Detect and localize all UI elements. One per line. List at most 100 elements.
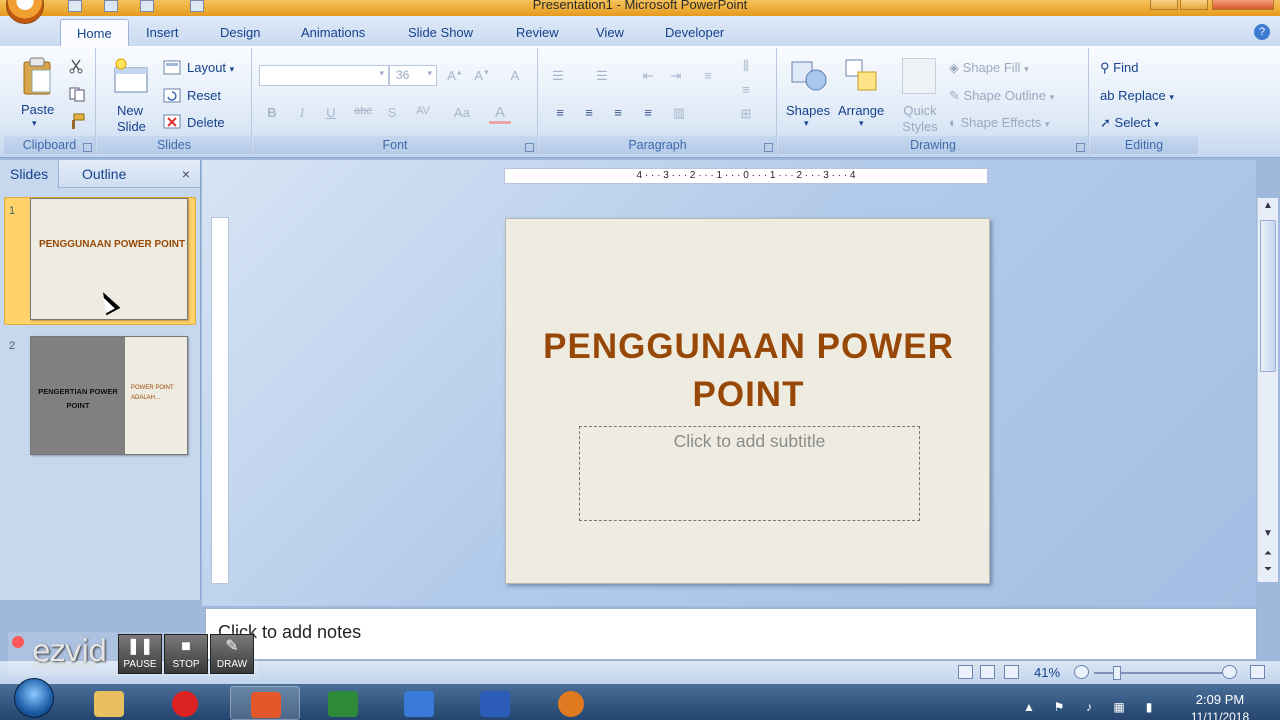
font-size-select[interactable]: 36 ▾	[389, 65, 437, 86]
tab-insert[interactable]: Insert	[146, 25, 179, 40]
fit-slide-icon[interactable]	[1250, 665, 1265, 679]
arrange-dropdown-icon[interactable]: ▾	[859, 118, 864, 129]
slide-title[interactable]: PENGGUNAAN POWER POINT	[506, 323, 991, 419]
copy-icon[interactable]	[68, 86, 86, 102]
increase-indent-icon[interactable]: ⇥	[667, 68, 685, 84]
bold-icon[interactable]: B	[263, 105, 281, 121]
maximize-button[interactable]	[1180, 0, 1208, 10]
shape-fill-button[interactable]: ◈ Shape Fill ▾	[949, 60, 1029, 76]
scrollbar-thumb[interactable]	[1260, 220, 1276, 372]
action-center-icon[interactable]: ⚑	[1052, 700, 1066, 714]
show-hidden-icons-icon[interactable]: ▲	[1022, 700, 1036, 714]
underline-icon[interactable]: U	[322, 105, 340, 121]
reset-button[interactable]: Reset	[187, 88, 221, 103]
normal-view-icon[interactable]	[958, 665, 973, 679]
italic-icon[interactable]: I	[293, 105, 311, 121]
zoom-level[interactable]: 41%	[1034, 665, 1060, 680]
arrange-button[interactable]: Arrange	[838, 103, 884, 118]
drawing-launcher[interactable]	[1076, 143, 1085, 152]
volume-icon[interactable]: ♪	[1082, 700, 1096, 714]
line-spacing-icon[interactable]: ≡	[699, 68, 717, 84]
shape-effects-button[interactable]: ◐ Shape Effects ▾	[949, 115, 1049, 130]
close-button[interactable]	[1212, 0, 1274, 10]
align-text-icon[interactable]: ≡	[737, 82, 755, 98]
zoom-out-icon[interactable]	[1074, 665, 1089, 679]
columns-icon[interactable]: ▥	[670, 105, 688, 121]
zoom-slider-thumb[interactable]	[1113, 666, 1121, 680]
align-left-icon[interactable]: ≡	[551, 105, 569, 121]
draw-button[interactable]: ✎ DRAW	[210, 634, 254, 674]
font-color-icon[interactable]: A	[491, 104, 509, 121]
tab-view[interactable]: View	[596, 25, 624, 40]
align-center-icon[interactable]: ≡	[580, 105, 598, 121]
cut-icon[interactable]	[68, 58, 84, 74]
justify-icon[interactable]: ≡	[639, 105, 657, 121]
clipboard-launcher[interactable]	[83, 143, 92, 152]
vertical-scrollbar[interactable]: ▲ ▼ ⏶ ⏷	[1257, 198, 1278, 582]
stop-button[interactable]: ■ STOP	[164, 634, 208, 674]
font-launcher[interactable]	[525, 143, 534, 152]
close-pane-icon[interactable]: ×	[182, 166, 190, 182]
bullets-icon[interactable]: ☰	[549, 68, 567, 84]
tab-design[interactable]: Design	[220, 25, 260, 40]
strikethrough-icon[interactable]: abc	[351, 105, 375, 121]
help-icon[interactable]: ?	[1254, 24, 1270, 40]
shape-outline-button[interactable]: ✎ Shape Outline ▾	[949, 88, 1054, 104]
format-painter-icon[interactable]	[68, 112, 86, 130]
layout-button[interactable]: Layout ▾	[187, 60, 234, 75]
tab-animations[interactable]: Animations	[301, 25, 365, 40]
taskbar-media-player[interactable]	[384, 686, 454, 720]
zoom-in-icon[interactable]	[1222, 665, 1237, 679]
notes-pane[interactable]: Click to add notes	[205, 608, 1257, 660]
minimize-button[interactable]	[1150, 0, 1178, 10]
tab-slides[interactable]: Slides	[0, 160, 60, 189]
subtitle-placeholder[interactable]: Click to add subtitle	[579, 426, 920, 521]
slide-thumbnail-2[interactable]: PENGERTIAN POWER POINT POWER POINT ADALA…	[30, 336, 188, 455]
taskbar-opera[interactable]	[152, 686, 222, 720]
change-case-icon[interactable]: Aa	[450, 105, 474, 121]
grow-font-icon[interactable]: A▲	[446, 68, 464, 84]
power-icon[interactable]: ▮	[1142, 700, 1156, 714]
align-right-icon[interactable]: ≡	[609, 105, 627, 121]
next-slide-icon[interactable]: ⏷	[1258, 564, 1278, 575]
decrease-indent-icon[interactable]: ⇤	[639, 68, 657, 84]
taskbar-powerpoint[interactable]	[230, 686, 300, 720]
font-name-select[interactable]: ▾	[259, 65, 389, 86]
paragraph-launcher[interactable]	[764, 143, 773, 152]
taskbar-time[interactable]: 2:09 PM	[1170, 692, 1270, 707]
previous-slide-icon[interactable]: ⏶	[1258, 548, 1278, 559]
delete-button[interactable]: Delete	[187, 115, 225, 130]
scroll-up-icon[interactable]: ▲	[1258, 200, 1278, 211]
character-spacing-icon[interactable]: AV	[411, 105, 435, 121]
slide-show-icon[interactable]	[1004, 665, 1019, 679]
network-icon[interactable]: ▦	[1112, 700, 1126, 714]
shrink-font-icon[interactable]: A▼	[473, 68, 491, 84]
tab-home[interactable]: Home	[60, 19, 129, 46]
tab-developer[interactable]: Developer	[665, 25, 724, 40]
taskbar-excel[interactable]	[308, 686, 378, 720]
numbering-icon[interactable]: ☰	[593, 68, 611, 84]
text-direction-icon[interactable]: ⫼	[737, 58, 755, 74]
tab-slide-show[interactable]: Slide Show	[408, 25, 473, 40]
smartart-icon[interactable]: ⊞	[737, 106, 755, 122]
shapes-button[interactable]: Shapes	[786, 103, 830, 118]
select-button[interactable]: ➚ Select ▾	[1100, 115, 1159, 131]
scroll-down-icon[interactable]: ▼	[1258, 528, 1278, 539]
taskbar-firefox[interactable]	[538, 686, 608, 720]
start-button[interactable]	[14, 678, 54, 718]
new-slide-button[interactable]: New Slide	[117, 103, 161, 135]
taskbar-word[interactable]	[460, 686, 530, 720]
slide-canvas[interactable]: PENGGUNAAN POWER POINT Click to add subt…	[505, 218, 990, 584]
taskbar-date[interactable]: 11/11/2018	[1170, 710, 1270, 720]
paste-dropdown-icon[interactable]: ▾	[32, 118, 37, 129]
replace-button[interactable]: ab Replace ▾	[1100, 88, 1174, 103]
shadow-icon[interactable]: S	[383, 105, 401, 121]
quick-styles-button[interactable]: Quick Styles	[898, 103, 942, 135]
slide-sorter-icon[interactable]	[980, 665, 995, 679]
paste-button[interactable]: Paste	[21, 102, 54, 117]
tab-outline[interactable]: Outline	[82, 166, 126, 182]
taskbar-explorer[interactable]	[74, 686, 144, 720]
find-button[interactable]: ⚲ Find	[1100, 60, 1138, 76]
clear-formatting-icon[interactable]: A	[506, 68, 524, 84]
pause-button[interactable]: ❚❚ PAUSE	[118, 634, 162, 674]
